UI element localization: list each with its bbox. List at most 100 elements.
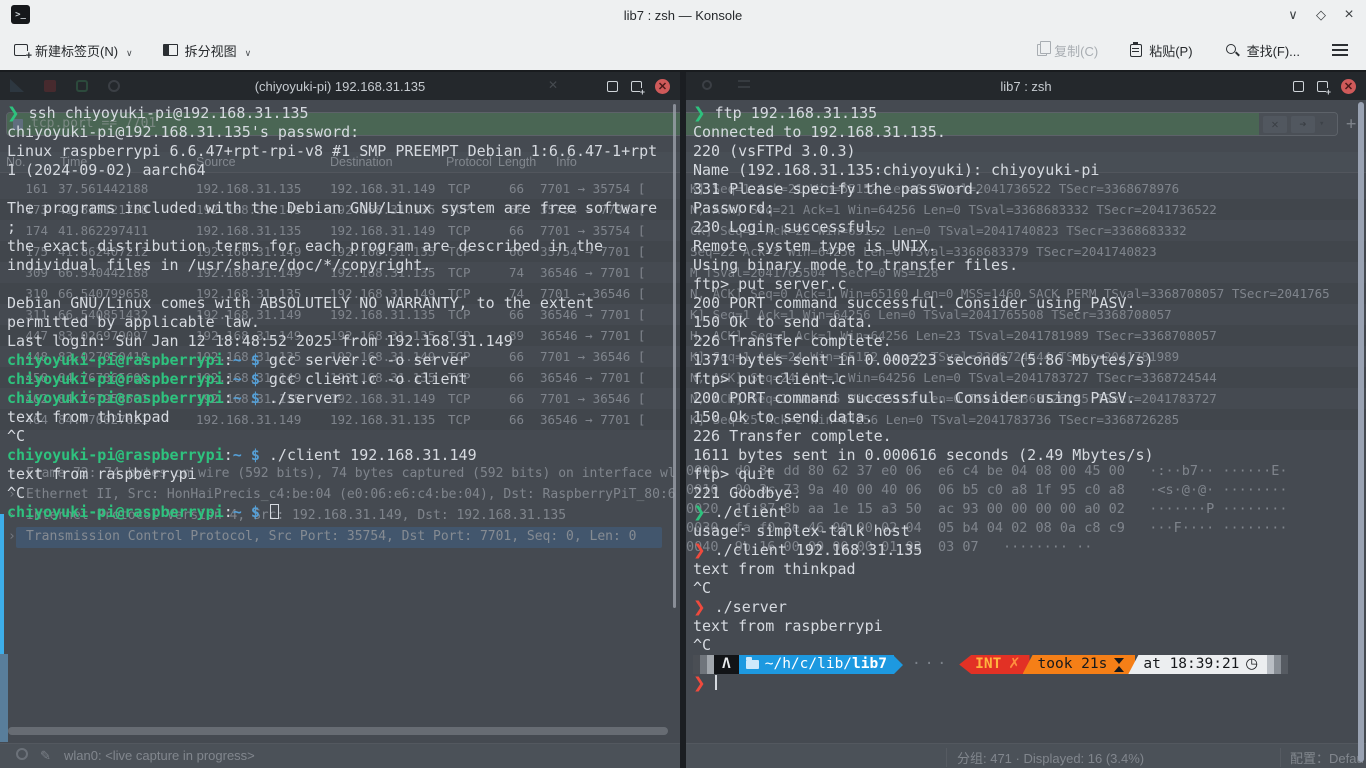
hamburger-menu-icon — [1332, 44, 1348, 46]
paste-button[interactable]: 粘贴(P) — [1122, 35, 1200, 66]
terminal-line: ❯ ./server — [693, 598, 1366, 617]
find-label: 查找(F)... — [1247, 41, 1300, 60]
stop-capture-icon — [44, 80, 56, 92]
terminal-line: ftp> put server.c — [693, 275, 1366, 294]
exit-status-segment: INT✗ — [959, 655, 1029, 674]
terminal-right[interactable]: ❯ ftp 192.168.31.135Connected to 192.168… — [686, 100, 1366, 768]
terminal-line: Remote system type is UNIX. — [693, 237, 1366, 256]
pane-left-title: (chiyoyuki-pi) 192.168.31.135 — [255, 79, 426, 94]
terminal-line: ^C — [7, 484, 680, 503]
detach-view-icon[interactable]: + — [1317, 81, 1328, 92]
powerline-gradient-block — [1267, 655, 1274, 674]
toolbar: + 新建标签页(N) ∨ 拆分视图 ∨ 复制(C) 粘贴(P) 查找(F)... — [0, 30, 1366, 72]
paste-label: 粘贴(P) — [1149, 41, 1192, 60]
cursor-hollow — [270, 504, 279, 519]
powerline-gradient-block — [693, 655, 700, 674]
terminal-line: ❯ ./client 192.168.31.135 — [693, 541, 1366, 560]
close-ghost-icon: ✕ — [548, 78, 558, 92]
terminal-line: 150 Ok to send data. — [693, 408, 1366, 427]
minimize-button[interactable]: ∨ — [1284, 6, 1302, 24]
terminal-line: chiyoyuki-pi@raspberrypi:~ $ ./client 19… — [7, 446, 680, 465]
titlebar[interactable]: >_ lib7 : zsh — Konsole ∨ ◇ × — [0, 0, 1366, 30]
terminal-line: 200 PORT command successful. Consider us… — [693, 294, 1366, 313]
os-logo-icon: Λ — [714, 655, 739, 674]
terminal-line: text from thinkpad — [693, 560, 1366, 579]
grid-ghost-icon — [738, 80, 750, 92]
close-view-icon[interactable]: ✕ — [655, 79, 670, 94]
folder-icon — [746, 660, 759, 669]
terminal-line: 1 (2024-09-02) aarch64 — [7, 161, 680, 180]
terminal-line: Connected to 192.168.31.135. — [693, 123, 1366, 142]
maximize-button[interactable]: ◇ — [1312, 6, 1330, 24]
expand-view-icon[interactable] — [607, 81, 618, 92]
zoom-ghost-icon — [702, 80, 712, 90]
copy-button[interactable]: 复制(C) — [1029, 35, 1106, 66]
split-view-label: 拆分视图 — [185, 41, 237, 60]
scrollbar-left-pane[interactable] — [673, 104, 676, 608]
terminal-line: Using binary mode to transfer files. — [693, 256, 1366, 275]
duration-segment: took 21s — [1023, 655, 1136, 674]
terminal-line: Linux raspberrypi 6.6.47+rpt-rpi-v8 #1 S… — [7, 142, 680, 161]
terminal-line: 226 Transfer complete. — [693, 332, 1366, 351]
new-output-marker — [0, 514, 4, 654]
terminal-line: Debian GNU/Linux comes with ABSOLUTELY N… — [7, 294, 680, 313]
copy-icon — [1037, 44, 1047, 56]
powerline-gap-dots: ··· — [912, 655, 950, 674]
terminal-line — [7, 180, 680, 199]
terminal-line: Last login: Sun Jan 12 18:48:52 2025 fro… — [7, 332, 680, 351]
terminal-line: text from thinkpad — [7, 408, 680, 427]
expand-view-icon[interactable] — [1293, 81, 1304, 92]
terminal-line: 1371 bytes sent in 0.000223 seconds (5.8… — [693, 351, 1366, 370]
powerline-gradient-block — [1281, 655, 1288, 674]
powerline-arrow-tip — [894, 656, 903, 674]
terminal-line: usage: simplex-talk host — [693, 522, 1366, 541]
terminal-line: 1611 bytes sent in 0.000616 seconds (2.4… — [693, 446, 1366, 465]
close-button[interactable]: × — [1340, 6, 1358, 24]
detach-view-icon[interactable]: + — [631, 81, 642, 92]
new-tab-button[interactable]: + 新建标签页(N) ∨ — [6, 35, 141, 66]
terminal-line: ^C — [693, 636, 1366, 655]
split-view-button[interactable]: 拆分视图 ∨ — [155, 35, 260, 66]
terminal-line: ; — [7, 218, 680, 237]
konsole-window: >_ lib7 : zsh — Konsole ∨ ◇ × + 新建标签页(N)… — [0, 0, 1366, 768]
terminal-pane-left: ✕ (chiyoyuki-pi) 192.168.31.135 + ✕ ❯ ss… — [0, 72, 680, 768]
terminal-line: Name (192.168.31.135:chiyoyuki): chiyoyu… — [693, 161, 1366, 180]
clock-icon: ◷ — [1245, 655, 1258, 674]
terminal-line: ❯ ./client — [693, 503, 1366, 522]
time-segment: at 18:39:21◷ — [1128, 655, 1267, 674]
terminal-line: 150 Ok to send data. — [693, 313, 1366, 332]
split-view-icon — [163, 44, 178, 56]
new-output-marker-dim — [0, 654, 8, 742]
close-view-icon[interactable]: ✕ — [1341, 79, 1356, 94]
terminal-left[interactable]: ❯ ssh chiyoyuki-pi@192.168.31.135chiyoyu… — [0, 100, 680, 768]
new-tab-icon: + — [14, 44, 28, 56]
powerline-gradient-block — [707, 655, 714, 674]
terminal-line: chiyoyuki-pi@192.168.31.135's password: — [7, 123, 680, 142]
search-icon — [1225, 43, 1240, 58]
terminal-line: ftp> put client.c — [693, 370, 1366, 389]
pane-right-title: lib7 : zsh — [1000, 79, 1051, 94]
scrollbar-right-pane[interactable] — [1358, 102, 1364, 762]
find-button[interactable]: 查找(F)... — [1217, 35, 1308, 66]
new-tab-label: 新建标签页(N) — [35, 41, 118, 60]
cursor-beam — [715, 675, 717, 690]
terminal-line: chiyoyuki-pi@raspberrypi:~ $ gcc client.… — [7, 370, 680, 389]
hourglass-icon — [1114, 658, 1125, 672]
terminal-line: ❯ ssh chiyoyuki-pi@192.168.31.135 — [7, 104, 680, 123]
terminal-line: text from raspberrypi — [7, 465, 680, 484]
powerline-gradient-block — [1274, 655, 1281, 674]
terminal-line: chiyoyuki-pi@raspberrypi:~ $ gcc server.… — [7, 351, 680, 370]
powerline-gradient-block — [700, 655, 707, 674]
split-view-area: tcp.port == 7701 ✕ ➔ ▾ + No.TimeSourceDe… — [0, 72, 1366, 768]
terminal-line: 226 Transfer complete. — [693, 427, 1366, 446]
terminal-line: ^C — [7, 427, 680, 446]
pane-left-header[interactable]: ✕ (chiyoyuki-pi) 192.168.31.135 + ✕ — [0, 72, 680, 100]
terminal-line — [7, 275, 680, 294]
terminal-line: chiyoyuki-pi@raspberrypi:~ $ ./server — [7, 389, 680, 408]
terminal-line: permitted by applicable law. — [7, 313, 680, 332]
terminal-line: ❯ ftp 192.168.31.135 — [693, 104, 1366, 123]
pane-right-header[interactable]: lib7 : zsh + ✕ — [686, 72, 1366, 100]
copy-label: 复制(C) — [1054, 41, 1098, 60]
menu-button[interactable] — [1324, 38, 1356, 62]
terminal-line: ^C — [693, 579, 1366, 598]
